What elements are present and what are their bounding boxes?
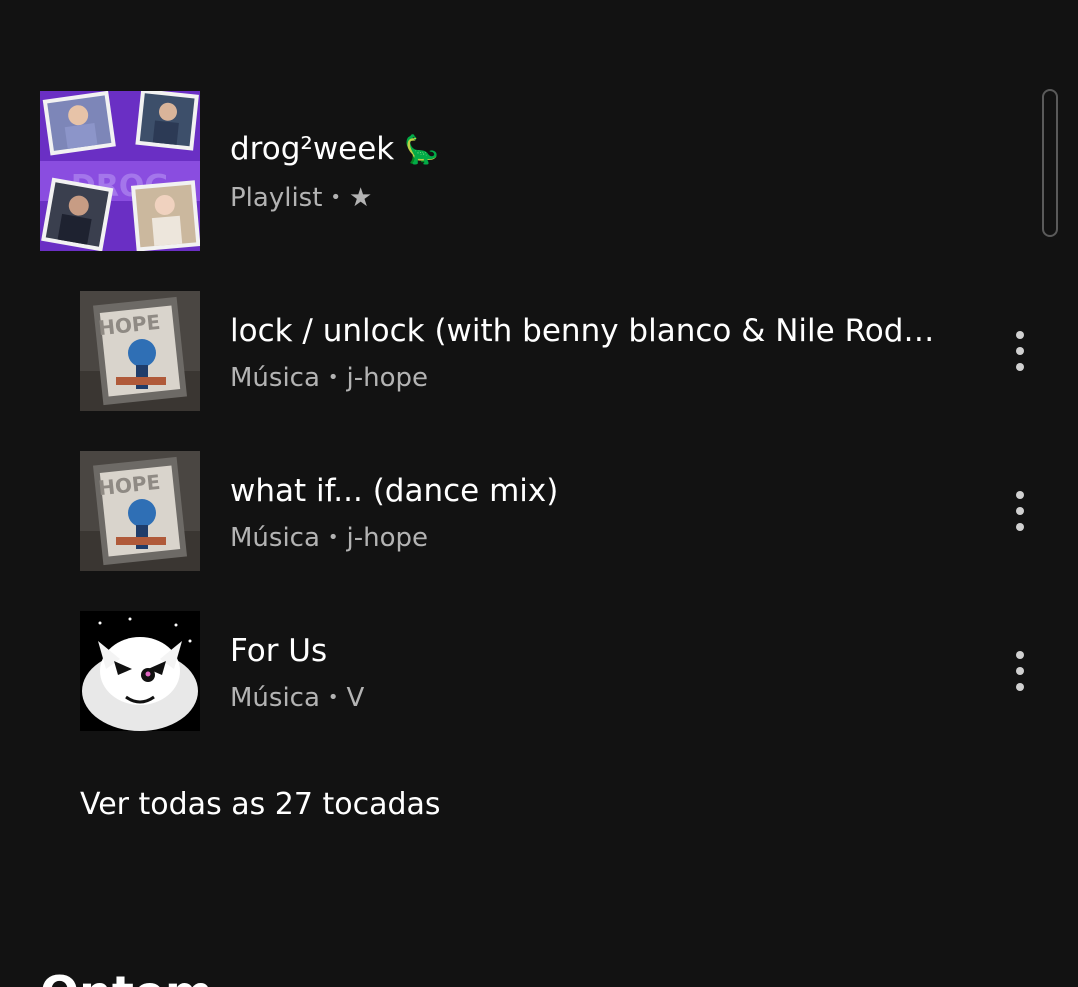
- track-title: For Us: [230, 633, 328, 669]
- item-type-label: Música: [230, 363, 320, 393]
- track-row[interactable]: HOPE what if... (dance mix) Música • j-hop…: [0, 430, 1078, 590]
- track-subtitle: Música • j-hope: [230, 521, 428, 555]
- artist-name[interactable]: V: [347, 683, 365, 713]
- section-heading-yesterday: Ontem: [40, 966, 213, 987]
- artist-name[interactable]: j-hope: [347, 523, 429, 553]
- separator-dot: •: [330, 187, 342, 208]
- track-title: what if... (dance mix): [230, 473, 559, 509]
- more-options-button[interactable]: [1000, 321, 1040, 381]
- separator-dot: •: [327, 687, 339, 708]
- album-cover-image: [80, 611, 200, 731]
- separator-dot: •: [327, 527, 339, 548]
- item-type-label: Playlist: [230, 183, 323, 213]
- track-subtitle: Música • j-hope: [230, 361, 428, 395]
- separator-dot: •: [327, 367, 339, 388]
- playlist-subtitle: Playlist • ★: [230, 181, 372, 215]
- playlist-title: drog²week 🦕: [230, 129, 439, 170]
- track-row[interactable]: HOPE lock / unlock (with benny blanco & …: [0, 270, 1078, 430]
- album-cover-image: HOPE: [80, 291, 200, 411]
- star-icon: ★: [349, 183, 373, 213]
- playlist-row[interactable]: DROG drog²week 🦕 Playlist • ★: [0, 0, 1078, 270]
- recently-played-screen: DROG drog²week 🦕 Playlist • ★ HOPE lock …: [0, 0, 1078, 987]
- dinosaur-emoji-icon: 🦕: [404, 133, 439, 166]
- item-type-label: Música: [230, 683, 320, 713]
- album-cover-image: HOPE: [80, 451, 200, 571]
- more-options-button[interactable]: [1000, 641, 1040, 701]
- playlist-cover-image: DROG: [40, 91, 200, 251]
- see-all-played-link[interactable]: Ver todas as 27 tocadas: [80, 785, 441, 825]
- artist-name[interactable]: j-hope: [347, 363, 429, 393]
- item-type-label: Música: [230, 523, 320, 553]
- playlist-title-text: drog²week: [230, 131, 395, 167]
- track-row[interactable]: For Us Música • V: [0, 590, 1078, 750]
- more-options-button[interactable]: [1000, 481, 1040, 541]
- track-title: lock / unlock (with benny blanco & Nile …: [230, 313, 952, 349]
- track-subtitle: Música • V: [230, 681, 364, 715]
